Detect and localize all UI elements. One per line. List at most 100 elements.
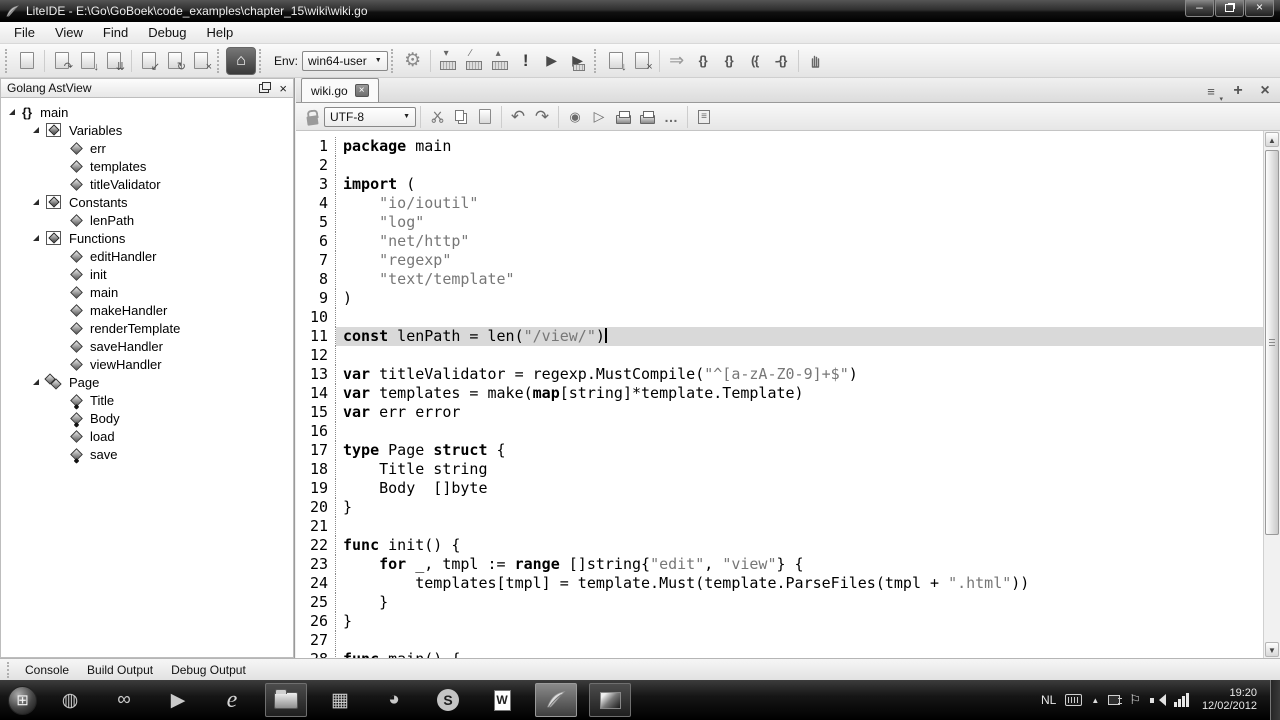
run-button[interactable]: ▶ — [539, 48, 565, 74]
minimize-button[interactable]: – — [1185, 0, 1214, 17]
calculator[interactable]: ▦ — [319, 683, 361, 717]
code-line[interactable]: 10 — [296, 308, 1263, 327]
code-line[interactable]: 5 "log" — [296, 213, 1263, 232]
tree-expanded-icon[interactable] — [33, 199, 39, 205]
scroll-up-arrow[interactable]: ▲ — [1265, 132, 1279, 147]
file-info-button[interactable]: ≡ — [692, 105, 716, 129]
vertical-scrollbar[interactable]: ▲ ▼ — [1263, 131, 1280, 658]
code-line[interactable]: 9) — [296, 289, 1263, 308]
tree-expanded-icon[interactable] — [33, 379, 39, 385]
tab-wiki-go[interactable]: wiki.go × — [301, 78, 379, 102]
goto-next-button[interactable]: ⇒ — [664, 48, 690, 74]
tree-item-main[interactable]: main — [1, 283, 293, 301]
code-line[interactable]: 24 templates[tmpl] = template.Must(templ… — [296, 574, 1263, 593]
volume-icon[interactable] — [1150, 694, 1165, 707]
code-editor[interactable]: 1package main23import (4 "io/ioutil"5 "l… — [296, 131, 1263, 658]
tree-item-title[interactable]: Title — [1, 391, 293, 409]
maximize-button[interactable] — [1215, 0, 1244, 17]
print-preview-button[interactable] — [635, 105, 659, 129]
env-settings-button[interactable]: ⚙ — [400, 48, 426, 74]
windows-explorer[interactable] — [265, 683, 307, 717]
stop-button[interactable]: ! — [513, 48, 539, 74]
skype[interactable]: S — [427, 683, 469, 717]
menu-help[interactable]: Help — [197, 23, 244, 42]
clock[interactable]: 19:20 12/02/2012 — [1202, 687, 1257, 713]
code-line[interactable]: 13var titleValidator = regexp.MustCompil… — [296, 365, 1263, 384]
tree-item-err[interactable]: err — [1, 139, 293, 157]
network-sphere[interactable]: ◍ — [49, 683, 91, 717]
tree-item-variables[interactable]: Variables — [1, 121, 293, 139]
keyboard-layout-icon[interactable] — [1065, 694, 1082, 706]
copy-button[interactable] — [449, 105, 473, 129]
toolbar-drag-handle[interactable] — [259, 49, 263, 73]
tree-item-templates[interactable]: templates — [1, 157, 293, 175]
code-line[interactable]: 20} — [296, 498, 1263, 517]
code-line[interactable]: 19 Body []byte — [296, 479, 1263, 498]
fold-all-button[interactable]: ({ — [742, 48, 768, 74]
tree-item-save[interactable]: save — [1, 445, 293, 463]
tab-list-button[interactable]: ≡ — [1202, 84, 1220, 99]
tree-item-titlevalidator[interactable]: titleValidator — [1, 175, 293, 193]
show-desktop-button[interactable] — [1270, 680, 1280, 720]
open-file-button[interactable]: ↷ — [49, 48, 75, 74]
toolbar-drag-handle[interactable] — [391, 49, 395, 73]
network-signal-icon[interactable] — [1174, 693, 1189, 707]
install-button[interactable]: ∕ — [461, 48, 487, 74]
output-tab-debug-output[interactable]: Debug Output — [162, 661, 255, 679]
reload-file-button[interactable]: ↙ — [136, 48, 162, 74]
close-editor-button[interactable]: × — [1256, 82, 1274, 100]
tree-item-body[interactable]: Body — [1, 409, 293, 427]
infinity-app[interactable]: ∞ — [103, 683, 145, 717]
tree-item-load[interactable]: load — [1, 427, 293, 445]
tree-item-page[interactable]: Page — [1, 373, 293, 391]
fold-block-button[interactable]: {} — [690, 48, 716, 74]
print-button[interactable] — [611, 105, 635, 129]
close-panel-icon[interactable]: × — [279, 82, 287, 95]
action-center-flag-icon[interactable]: ⚐ — [1129, 692, 1141, 708]
rebuild-button[interactable]: ▴ — [487, 48, 513, 74]
show-hidden-icons-button[interactable]: ▲ — [1091, 696, 1099, 705]
code-line[interactable]: 28func main() { — [296, 650, 1263, 658]
scroll-down-arrow[interactable]: ▼ — [1265, 642, 1279, 657]
tree-expanded-icon[interactable] — [33, 127, 39, 133]
toolbar-drag-handle[interactable] — [594, 49, 598, 73]
code-line[interactable]: 8 "text/template" — [296, 270, 1263, 289]
paste-button[interactable] — [473, 105, 497, 129]
code-line[interactable]: 14var templates = make(map[string]*templ… — [296, 384, 1263, 403]
output-tab-build-output[interactable]: Build Output — [78, 661, 162, 679]
code-line[interactable]: 11const lenPath = len("/view/") — [296, 327, 1263, 346]
code-line[interactable]: 22func init() { — [296, 536, 1263, 555]
menu-debug[interactable]: Debug — [138, 23, 196, 42]
code-line[interactable]: 17type Page struct { — [296, 441, 1263, 460]
env-select[interactable]: win64-user ▼ — [302, 51, 388, 71]
tree-item-lenpath[interactable]: lenPath — [1, 211, 293, 229]
more-button[interactable]: … — [659, 105, 683, 129]
code-line[interactable]: 18 Title string — [296, 460, 1263, 479]
home-button[interactable]: ⌂ — [226, 47, 256, 75]
redo-button[interactable]: ↷ — [530, 105, 554, 129]
run-build-button[interactable]: ▶ — [565, 48, 591, 74]
tree-item-init[interactable]: init — [1, 265, 293, 283]
unfold-all-button[interactable]: -{} — [768, 48, 794, 74]
pan-tool-button[interactable] — [803, 48, 829, 74]
tree-item-edithandler[interactable]: editHandler — [1, 247, 293, 265]
export-doc-button[interactable]: ↓ — [603, 48, 629, 74]
close-button[interactable]: × — [1245, 0, 1274, 17]
toolbar-drag-handle[interactable] — [217, 49, 221, 73]
code-line[interactable]: 21 — [296, 517, 1263, 536]
undo-button[interactable]: ↶ — [506, 105, 530, 129]
scrollbar-thumb[interactable] — [1265, 150, 1279, 535]
close-all-button[interactable]: × — [188, 48, 214, 74]
record-macro-button[interactable]: ◉ — [563, 105, 587, 129]
split-add-button[interactable]: + — [1229, 82, 1247, 100]
code-line[interactable]: 25 } — [296, 593, 1263, 612]
code-line[interactable]: 16 — [296, 422, 1263, 441]
tree-item-constants[interactable]: Constants — [1, 193, 293, 211]
close-file-button[interactable]: ↻ — [162, 48, 188, 74]
tree-item-savehandler[interactable]: saveHandler — [1, 337, 293, 355]
build-button[interactable]: ▾ — [435, 48, 461, 74]
tree-item-rendertemplate[interactable]: renderTemplate — [1, 319, 293, 337]
save-all-button[interactable]: ⇊ — [101, 48, 127, 74]
code-line[interactable]: 7 "regexp" — [296, 251, 1263, 270]
tree-expanded-icon[interactable] — [9, 109, 15, 115]
